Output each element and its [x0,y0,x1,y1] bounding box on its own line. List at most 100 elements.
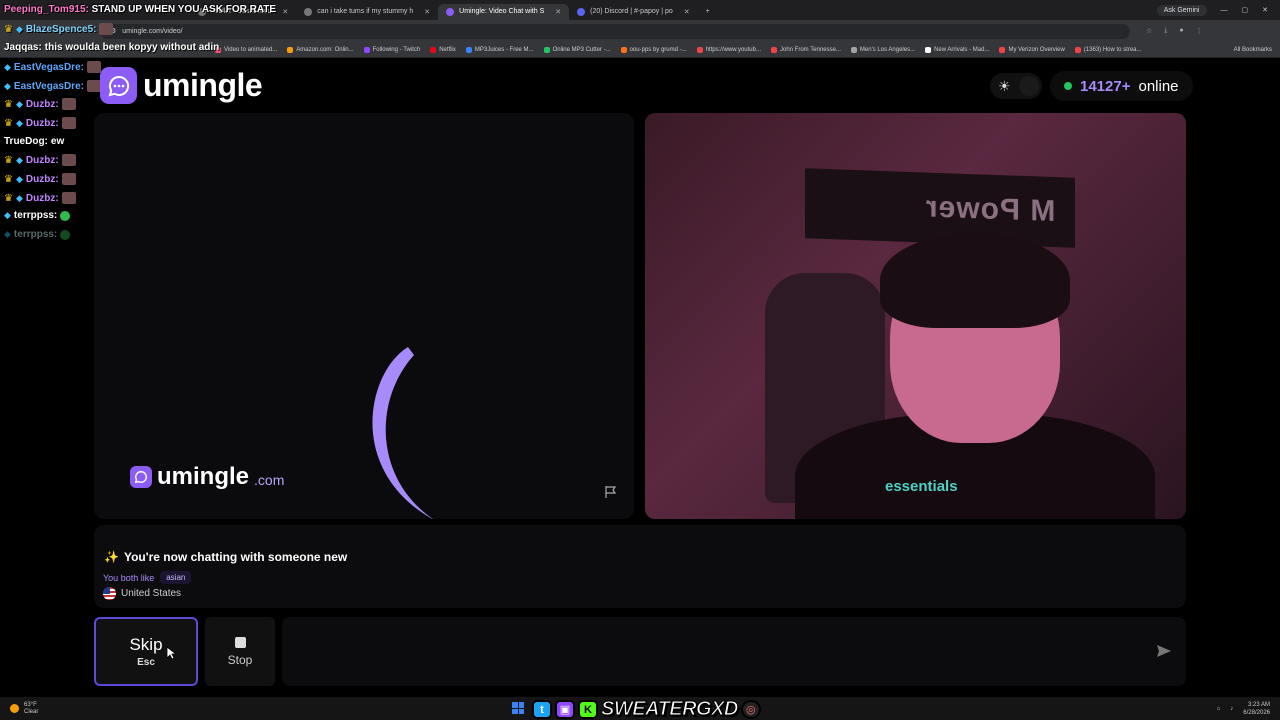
volume-icon[interactable]: ♪ [1230,706,1233,712]
bookmark-label: Men's Los Angeles... [859,46,916,53]
ask-gemini-button[interactable]: Ask Gemini [1156,4,1207,16]
tab-tums[interactable]: can i take tums if my stummy h ✕ [296,4,438,20]
bookmark-label: Video to animated... [224,46,278,53]
crown-icon: ♛ [4,173,13,185]
emote-icon [61,192,76,204]
toggle-knob [1018,76,1039,96]
bookmark-item[interactable]: oou-pps by grumd -... [620,46,687,53]
close-icon[interactable]: ✕ [684,8,690,16]
bookmark-label: Netflix [439,46,456,53]
bookmark-item[interactable]: (1363) How to strea... [1074,46,1142,53]
message-input[interactable] [282,617,1186,686]
chat-user: Jaqqas: [4,42,42,53]
close-icon[interactable]: ✕ [424,8,430,16]
clock[interactable]: 3:23 AM 6/28/2026 [1243,701,1270,717]
bookmark-icon [999,46,1006,53]
bookmark-item[interactable]: Online MP3 Cutter -... [543,46,611,53]
url-text: umingle.com/video/ [122,27,183,35]
chat-user: Duzbz: [25,192,59,204]
url-field[interactable]: ⚙ umingle.com/video/ [100,23,1130,39]
gem-icon: ◆ [15,98,23,109]
star-icon[interactable]: ☆ [1146,27,1152,35]
all-bookmarks[interactable]: All Bookmarks [1234,47,1280,53]
bookmark-item[interactable]: Video to animated... [215,46,278,53]
chat-user: terrppss: [13,210,58,221]
twitter-icon: t [532,700,552,719]
stop-button[interactable]: Stop [205,617,275,686]
person-hair [880,233,1070,328]
clock-time: 3:23 AM [1247,701,1270,708]
likes-label: You both like [103,572,155,583]
bookmark-item[interactable]: My Verizon Overview [999,46,1065,53]
chat-line: ♛ ◆ Duzbz: [4,192,76,204]
bookmark-item[interactable]: Following - Twitch [363,46,420,53]
bookmark-icon [465,46,472,53]
stop-icon [234,636,246,648]
maximize-icon[interactable]: ▢ [1242,6,1249,14]
emote-icon [86,80,101,92]
bookmark-item[interactable]: MP3Juices - Free M... [465,46,534,53]
emote-icon [61,154,76,166]
crown-icon: ♛ [4,98,13,110]
temperature: 63°F [24,701,37,708]
tab-label: can i take tums if my stummy h [317,8,414,15]
tab-discord[interactable]: (20) Discord | #-papoy | po ✕ [569,4,698,20]
local-video: umingle .com [94,113,634,519]
bookmark-icon [770,46,777,53]
chat-user: Duzbz: [25,98,59,110]
bookmark-icon [430,46,437,53]
bookmark-icon [287,46,294,53]
chat-line: ♛ ◆ Duzbz: [4,173,76,185]
bookmark-icon [543,46,550,53]
close-icon[interactable]: ✕ [282,8,288,16]
chat-user: Duzbz: [25,154,59,166]
theme-toggle[interactable]: ☀ [990,73,1042,99]
favicon-icon [577,7,586,16]
shirt-print: essentials [885,478,958,495]
chat-line: ♛ ◆ Duzbz: [4,117,76,129]
match-info-panel: ✨ You're now chatting with someone new Yo… [94,525,1186,608]
us-flag-icon [103,587,116,600]
tab-label: Umingle: Video Chat with S [459,8,545,15]
bookmark-item[interactable]: Men's Los Angeles... [850,46,916,53]
skip-label: Skip [129,635,163,654]
minimize-icon[interactable]: — [1221,7,1228,14]
tab-umingle[interactable]: Umingle: Video Chat with S ✕ [438,3,570,20]
clock-date: 6/28/2026 [1243,709,1270,716]
report-flag-icon[interactable] [604,485,618,499]
bookmark-item[interactable]: New Arrivals - Mad... [925,46,989,53]
emote-icon [99,23,114,35]
network-icon[interactable]: ⌂ [1217,706,1221,712]
crown-icon: ♛ [4,117,13,129]
weather-text: Clear [24,708,39,715]
tab-label: (20) Discord | #-papoy | po [590,8,673,15]
bookmark-icon [850,46,857,53]
chat-line: ♛ ◆ BlazeSpence5: [4,23,114,35]
bookmark-item[interactable]: Amazon.com: Onlin... [287,46,354,53]
bookmark-item[interactable]: https://www.youtub... [696,46,761,53]
bookmark-item[interactable]: Netflix [430,46,456,53]
new-tab-button[interactable]: + [698,4,718,20]
umingle-logo[interactable]: umingle [100,67,263,104]
shared-interests: You both like asian [103,571,192,584]
download-icon[interactable]: ⤓ [1164,27,1167,35]
windows-start-icon[interactable] [512,702,524,714]
chat-text: ew [50,136,65,147]
gem-icon: ◆ [15,23,23,34]
match-title-text: You're now chatting with someone new [123,550,348,564]
watermark-name: umingle [157,463,250,490]
bookmark-label: Online MP3 Cutter -... [552,46,611,53]
bookmark-item[interactable]: John From Tennesse... [770,46,841,53]
bookmark-icon [925,46,932,53]
skip-button[interactable]: Skip Esc [94,617,198,686]
close-window-icon[interactable]: ✕ [1262,6,1268,14]
send-icon[interactable] [1156,643,1172,659]
menu-icon[interactable]: ⋮ [1196,27,1203,35]
chat-bubble-icon [100,67,137,104]
gem-icon: ◆ [15,154,23,165]
profile-icon[interactable]: ● [1179,27,1183,35]
weather-widget[interactable]: 63°F Clear [10,702,38,716]
bookmark-label: My Verizon Overview [1008,46,1065,53]
chrome-icon[interactable]: ◎ [740,700,761,719]
close-icon[interactable]: ✕ [555,8,561,16]
